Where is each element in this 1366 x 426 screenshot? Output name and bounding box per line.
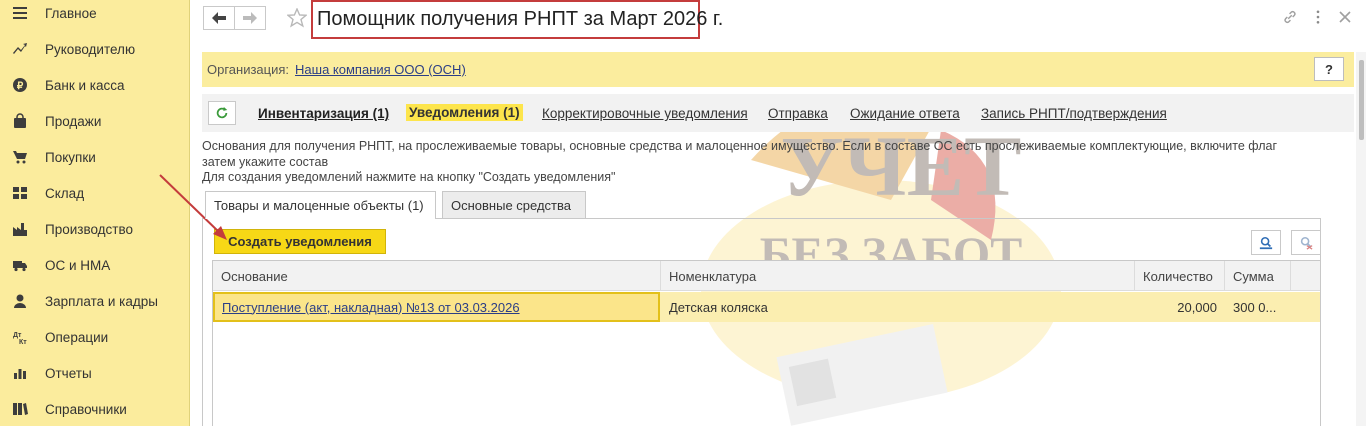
sidebar-item-label: Покупки (45, 149, 96, 165)
info-line-2: затем укажите состав (202, 154, 329, 169)
organization-label: Организация: (207, 62, 290, 77)
menu-icon (11, 4, 29, 22)
organization-link[interactable]: Наша компания ООО (ОСН) (295, 62, 466, 77)
cart-icon (11, 148, 29, 166)
sidebar: Главное Руководителю ₽ Банк и касса Прод… (0, 0, 190, 426)
sidebar-item-label: Склад (45, 185, 85, 201)
clear-search-button[interactable] (1291, 230, 1321, 255)
help-button[interactable]: ? (1314, 57, 1344, 81)
arrow-left-icon (212, 12, 226, 24)
back-button[interactable] (203, 6, 235, 30)
person-icon (11, 292, 29, 310)
dt-kt-icon: Дт Кт (11, 328, 29, 346)
books-icon (11, 400, 29, 418)
table-row[interactable]: Поступление (акт, накладная) №13 от 03.0… (213, 292, 1320, 322)
refresh-icon (216, 106, 228, 119)
close-icon[interactable] (1336, 8, 1354, 26)
organization-bar: Организация: Наша компания ООО (ОСН) ? (202, 52, 1354, 87)
scrollbar-thumb[interactable] (1359, 60, 1364, 140)
sidebar-item-label: Банк и касса (45, 77, 125, 93)
svg-text:Кт: Кт (19, 339, 27, 345)
truck-icon (11, 256, 29, 274)
cell-basis[interactable]: Поступление (акт, накладная) №13 от 03.0… (213, 292, 660, 322)
sidebar-item-production[interactable]: Производство (0, 211, 190, 247)
sidebar-item-salary[interactable]: Зарплата и кадры (0, 283, 190, 319)
trend-icon (11, 40, 29, 58)
cell-nomenclature: Детская коляска (669, 299, 768, 315)
sidebar-item-reports[interactable]: Отчеты (0, 355, 190, 391)
refresh-button[interactable] (208, 101, 236, 125)
svg-text:₽: ₽ (17, 81, 24, 92)
factory-icon (11, 220, 29, 238)
subtab-fixed-assets[interactable]: Основные средства (442, 191, 586, 218)
sidebar-item-sales[interactable]: Продажи (0, 103, 190, 139)
sidebar-item-label: Руководителю (45, 41, 136, 57)
sidebar-item-references[interactable]: Справочники (0, 391, 190, 426)
forward-button[interactable] (234, 6, 266, 30)
main-content: УЧЕТ БЕЗ ЗАБОТ Помощник получения РНПТ з… (191, 0, 1366, 426)
sidebar-item-label: Отчеты (45, 365, 92, 381)
title-bar: Помощник получения РНПТ за Март 2026 г. (191, 0, 1366, 40)
column-header-quantity[interactable]: Количество (1135, 261, 1225, 291)
sidebar-item-purchases[interactable]: Покупки (0, 139, 190, 175)
sidebar-item-label: Главное (45, 5, 97, 21)
sidebar-item-label: Зарплата и кадры (45, 293, 158, 309)
sidebar-item-label: Операции (45, 329, 109, 345)
sidebar-item-manager[interactable]: Руководителю (0, 31, 190, 67)
column-header-sum[interactable]: Сумма (1225, 261, 1291, 291)
sidebar-item-label: Производство (45, 221, 134, 237)
warehouse-icon (11, 184, 29, 202)
basis-table: Основание Номенклатура Количество Сумма … (212, 260, 1321, 426)
create-notifications-button[interactable]: Создать уведомления (214, 229, 386, 254)
clear-search-icon (1300, 236, 1313, 250)
sidebar-item-label: Продажи (45, 113, 102, 129)
ruble-coin-icon: ₽ (11, 76, 29, 94)
table-header: Основание Номенклатура Количество Сумма (213, 261, 1320, 291)
column-header-basis[interactable]: Основание (213, 261, 661, 291)
link-icon[interactable] (1281, 8, 1299, 26)
search-button[interactable] (1251, 230, 1281, 255)
page-title: Помощник получения РНПТ за Март 2026 г. (317, 8, 724, 30)
sidebar-item-bank[interactable]: ₽ Банк и касса (0, 67, 190, 103)
info-line-3: Для создания уведомлений нажмите на кноп… (202, 170, 616, 184)
sidebar-item-label: Справочники (45, 401, 127, 417)
info-line-1: Основания для получения РНПТ, на прослеж… (202, 139, 1278, 153)
sidebar-item-warehouse[interactable]: Склад (0, 175, 190, 211)
tab-inventory[interactable]: Инвентаризация (1) (258, 106, 389, 121)
tab-corrective-notifications[interactable]: Корректировочные уведомления (542, 106, 748, 121)
shopping-bag-icon (11, 112, 29, 130)
cell-quantity: 20,000 (1177, 299, 1217, 315)
cell-sum: 300 0... (1233, 299, 1277, 315)
tab-notifications[interactable]: Уведомления (1) (406, 104, 523, 121)
title-annotation-box: Помощник получения РНПТ за Март 2026 г. (311, 0, 723, 39)
sidebar-item-fixed-assets[interactable]: ОС и НМА (0, 247, 190, 283)
step-tabs-bar: Инвентаризация (1) Уведомления (1) Корре… (202, 94, 1354, 132)
sidebar-item-label: ОС и НМА (45, 257, 111, 273)
column-header-nomenclature[interactable]: Номенклатура (661, 261, 1135, 291)
search-icon (1259, 236, 1273, 249)
tab-record-rnpt[interactable]: Запись РНПТ/подтверждения (981, 106, 1167, 121)
basis-document-link[interactable]: Поступление (акт, накладная) №13 от 03.0… (222, 300, 520, 315)
info-text: Основания для получения РНПТ, на прослеж… (202, 139, 1362, 186)
sidebar-item-operations[interactable]: Дт Кт Операции (0, 319, 190, 355)
tab-sending[interactable]: Отправка (768, 106, 828, 121)
bar-chart-icon (11, 364, 29, 382)
subtab-goods[interactable]: Товары и малоценные объекты (1) (205, 191, 436, 219)
favorite-star-icon[interactable] (287, 8, 307, 28)
more-vertical-icon[interactable] (1309, 8, 1327, 26)
arrow-right-icon (243, 12, 257, 24)
svg-text:Дт: Дт (13, 332, 22, 339)
sidebar-item-main[interactable]: Главное (0, 0, 190, 31)
tab-awaiting-response[interactable]: Ожидание ответа (850, 106, 960, 121)
